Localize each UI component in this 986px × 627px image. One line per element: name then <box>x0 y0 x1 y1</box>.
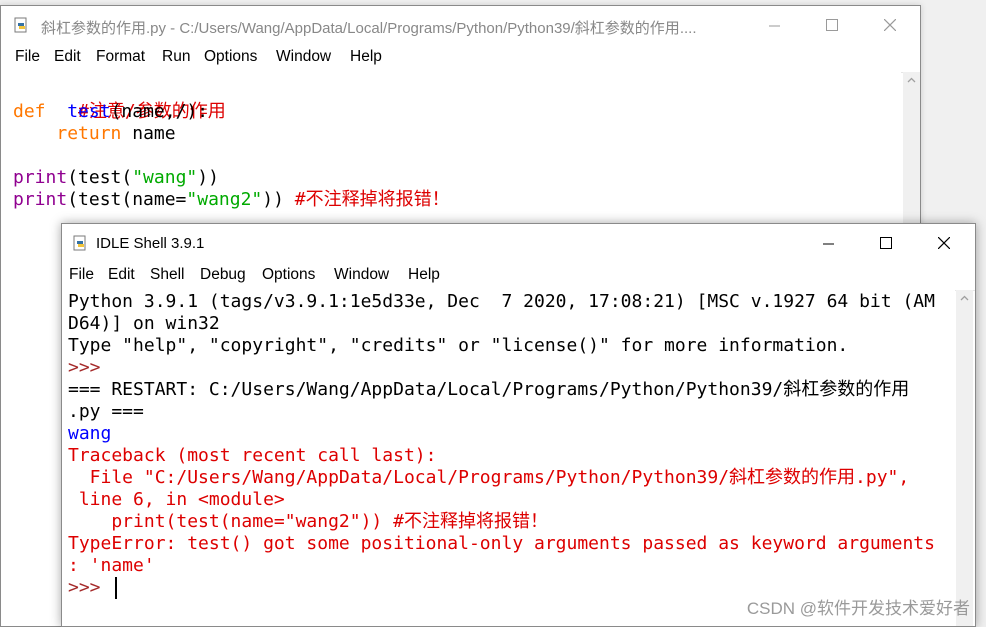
string-literal: "wang2" <box>186 189 263 210</box>
menu-run[interactable]: Run <box>162 48 190 66</box>
close-icon <box>938 237 950 249</box>
function-name: test <box>67 101 111 122</box>
editor-title: 斜杠参数的作用.py - C:/Users/Wang/AppData/Local… <box>41 20 697 37</box>
menu-debug[interactable]: Debug <box>200 266 246 284</box>
shell-banner-line: Type "help", "copyright", "credits" or "… <box>68 335 849 356</box>
shell-window[interactable]: IDLE Shell 3.9.1 File Edit Shell Debug O… <box>61 223 976 627</box>
editor-close-button[interactable] <box>861 6 919 44</box>
shell-traceback-line: File "C:/Users/Wang/AppData/Local/Progra… <box>68 467 910 488</box>
string-literal: "wang" <box>132 167 198 188</box>
call-close: )) <box>197 167 219 188</box>
code-line-5: print(test("wang")) <box>13 167 219 189</box>
keyword-return: return <box>56 123 122 144</box>
call-open: (test(name= <box>67 189 187 210</box>
code-line-3: return name <box>13 123 176 145</box>
shell-prompt: >>> <box>68 357 112 378</box>
editor-minimize-button[interactable] <box>745 6 803 44</box>
menu-options[interactable]: Options <box>262 266 315 284</box>
shell-banner-line: Python 3.9.1 (tags/v3.9.1:1e5d33e, Dec 7… <box>68 291 935 312</box>
code-line-2: def test(name,/): <box>13 101 208 123</box>
shell-error-line: TypeError: test() got some positional-on… <box>68 533 935 554</box>
menu-options[interactable]: Options <box>204 48 257 66</box>
shell-stdout-line: wang <box>68 423 112 444</box>
call-open: (test( <box>67 167 133 188</box>
editor-maximize-button[interactable] <box>803 6 861 44</box>
minimize-icon <box>822 243 834 244</box>
watermark: CSDN @软件开发技术爱好者 <box>746 599 970 618</box>
menu-edit[interactable]: Edit <box>54 48 81 66</box>
menu-file[interactable]: File <box>69 266 94 284</box>
shell-close-button[interactable] <box>915 224 973 262</box>
shell-minimize-button[interactable] <box>799 224 857 262</box>
shell-banner-line: D64)] on win32 <box>68 313 220 334</box>
close-icon <box>884 19 896 31</box>
python-file-icon <box>14 17 27 33</box>
scroll-up-icon[interactable] <box>907 76 916 85</box>
shell-traceback-line: Traceback (most recent call last): <box>68 445 437 466</box>
builtin-print: print <box>13 167 68 188</box>
shell-output-area[interactable]: Python 3.9.1 (tags/v3.9.1:1e5d33e, Dec 7… <box>62 290 955 626</box>
text-cursor <box>115 577 118 599</box>
menu-window[interactable]: Window <box>334 266 389 284</box>
menu-shell[interactable]: Shell <box>150 266 184 284</box>
comment: #不注释掉将报错！ <box>294 189 450 210</box>
shell-title: IDLE Shell 3.9.1 <box>96 235 205 252</box>
shell-prompt: >>> <box>68 577 112 598</box>
python-file-icon <box>73 235 86 251</box>
shell-titlebar[interactable]: IDLE Shell 3.9.1 <box>62 224 975 262</box>
editor-menubar: File Edit Format Run Options Window Help <box>1 44 920 73</box>
scroll-up-icon[interactable] <box>960 294 969 303</box>
return-value: name <box>121 123 176 144</box>
menu-file[interactable]: File <box>15 48 40 66</box>
code-line-6: print(test(name="wang2")) #不注释掉将报错！ <box>13 189 450 211</box>
menu-help[interactable]: Help <box>408 266 440 284</box>
keyword-def: def <box>13 101 46 122</box>
shell-traceback-line: print(test(name="wang2")) #不注释掉将报错！ <box>68 511 548 532</box>
shell-error-line: : 'name' <box>68 555 155 576</box>
menu-window[interactable]: Window <box>276 48 331 66</box>
shell-input-line[interactable]: >>> <box>68 577 118 599</box>
params: (name,/): <box>110 101 209 122</box>
shell-traceback-line: line 6, in <module> <box>68 489 285 510</box>
shell-maximize-button[interactable] <box>857 224 915 262</box>
shell-menubar: File Edit Shell Debug Options Window Hel… <box>62 262 975 291</box>
menu-format[interactable]: Format <box>96 48 145 66</box>
menu-edit[interactable]: Edit <box>108 266 135 284</box>
shell-restart-line: .py === <box>68 401 144 422</box>
builtin-print: print <box>13 189 68 210</box>
maximize-icon <box>826 19 838 31</box>
call-close: )) <box>262 189 295 210</box>
editor-titlebar[interactable]: 斜杠参数的作用.py - C:/Users/Wang/AppData/Local… <box>1 6 920 44</box>
shell-scrollbar[interactable] <box>956 290 973 626</box>
maximize-icon <box>880 237 892 249</box>
minimize-icon <box>768 25 780 26</box>
shell-restart-line: === RESTART: C:/Users/Wang/AppData/Local… <box>68 379 910 400</box>
menu-help[interactable]: Help <box>350 48 382 66</box>
